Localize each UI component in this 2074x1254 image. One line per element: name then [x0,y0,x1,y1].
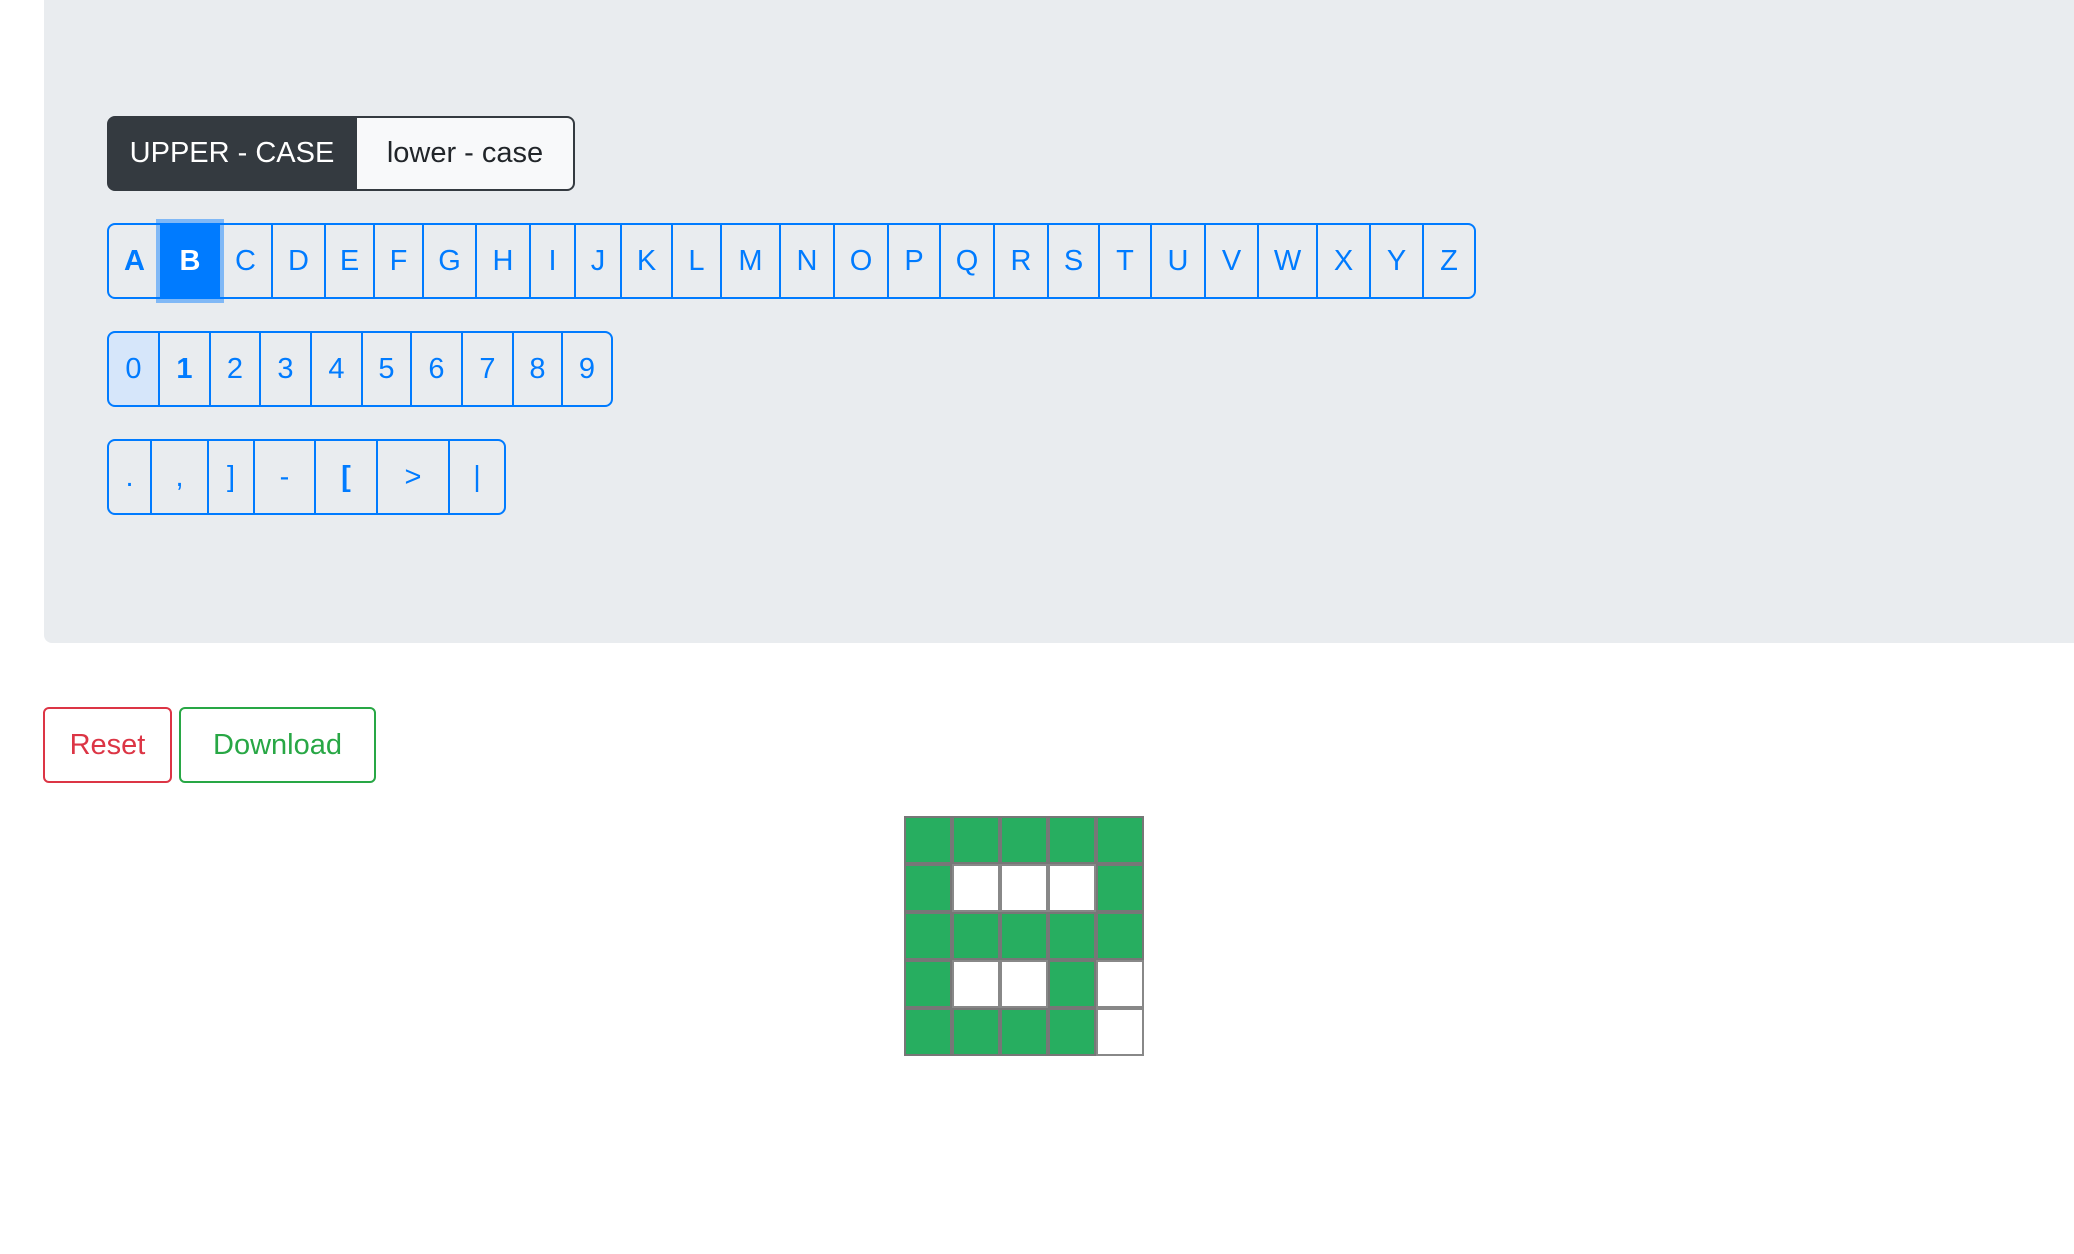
digit-button-1[interactable]: 1 [158,331,211,407]
pixel-cell[interactable] [1048,816,1096,864]
letter-button-group: ABCDEFGHIJKLMNOPQRSTUVWXYZ [107,223,1476,299]
pixel-cell[interactable] [904,1008,952,1056]
lower-case-button[interactable]: lower - case [357,116,575,191]
digit-button-8[interactable]: 8 [512,331,563,407]
symbol-button-3[interactable]: - [253,439,316,515]
letter-button-5[interactable]: F [373,223,424,299]
pixel-cell[interactable] [904,816,952,864]
pixel-cell[interactable] [1000,960,1048,1008]
letter-button-11[interactable]: L [671,223,722,299]
letter-button-12[interactable]: M [720,223,781,299]
pixel-cell[interactable] [1000,864,1048,912]
letter-button-19[interactable]: T [1098,223,1152,299]
control-panel [44,0,2074,643]
pixel-cell[interactable] [1048,960,1096,1008]
pixel-cell[interactable] [904,864,952,912]
letter-button-6[interactable]: G [422,223,477,299]
pixel-cell[interactable] [1096,816,1144,864]
pixel-cell[interactable] [952,1008,1000,1056]
letter-button-10[interactable]: K [620,223,673,299]
pixel-cell[interactable] [1000,1008,1048,1056]
digit-button-2[interactable]: 2 [209,331,261,407]
letter-button-25[interactable]: Z [1422,223,1476,299]
digit-button-4[interactable]: 4 [310,331,363,407]
digit-button-0[interactable]: 0 [107,331,160,407]
letter-button-8[interactable]: I [529,223,576,299]
letter-button-22[interactable]: W [1257,223,1318,299]
letter-button-15[interactable]: P [887,223,941,299]
pixel-grid [904,816,1144,1056]
letter-button-2[interactable]: C [218,223,273,299]
letter-button-16[interactable]: Q [939,223,995,299]
reset-button[interactable]: Reset [43,707,172,783]
download-button[interactable]: Download [179,707,376,783]
digit-button-5[interactable]: 5 [361,331,412,407]
pixel-cell[interactable] [952,816,1000,864]
pixel-cell[interactable] [1048,912,1096,960]
letter-button-21[interactable]: V [1204,223,1259,299]
symbol-button-group: .,] -[> | [107,439,506,515]
digit-button-3[interactable]: 3 [259,331,312,407]
pixel-cell[interactable] [1096,912,1144,960]
symbol-button-2[interactable]: ] [207,439,255,515]
letter-button-23[interactable]: X [1316,223,1371,299]
letter-button-18[interactable]: S [1047,223,1100,299]
pixel-cell[interactable] [1048,864,1096,912]
letter-button-14[interactable]: O [833,223,889,299]
pixel-cell[interactable] [904,912,952,960]
pixel-cell[interactable] [952,864,1000,912]
digit-button-7[interactable]: 7 [461,331,514,407]
pixel-cell[interactable] [1000,912,1048,960]
symbol-button-5[interactable]: > [376,439,450,515]
letter-button-4[interactable]: E [324,223,375,299]
letter-button-17[interactable]: R [993,223,1049,299]
pixel-cell[interactable] [1000,816,1048,864]
symbol-button-4[interactable]: [ [314,439,378,515]
letter-button-3[interactable]: D [271,223,326,299]
pixel-cell[interactable] [904,960,952,1008]
symbol-button-1[interactable]: , [150,439,209,515]
pixel-cell[interactable] [1096,864,1144,912]
letter-button-0[interactable]: A [107,223,162,299]
upper-case-button[interactable]: UPPER - CASE [107,116,357,191]
letter-button-9[interactable]: J [574,223,622,299]
digit-button-group: 0123456789 [107,331,613,407]
pixel-cell[interactable] [952,960,1000,1008]
symbol-button-6[interactable]: | [448,439,506,515]
letter-button-1[interactable]: B [160,223,220,299]
letter-button-13[interactable]: N [779,223,835,299]
letter-button-7[interactable]: H [475,223,531,299]
digit-button-6[interactable]: 6 [410,331,463,407]
symbol-button-0[interactable]: . [107,439,152,515]
case-toggle-group: UPPER - CASE lower - case [107,116,575,191]
pixel-cell[interactable] [1096,1008,1144,1056]
pixel-cell[interactable] [952,912,1000,960]
letter-button-20[interactable]: U [1150,223,1206,299]
digit-button-9[interactable]: 9 [561,331,613,407]
letter-button-24[interactable]: Y [1369,223,1424,299]
pixel-cell[interactable] [1048,1008,1096,1056]
pixel-cell[interactable] [1096,960,1144,1008]
